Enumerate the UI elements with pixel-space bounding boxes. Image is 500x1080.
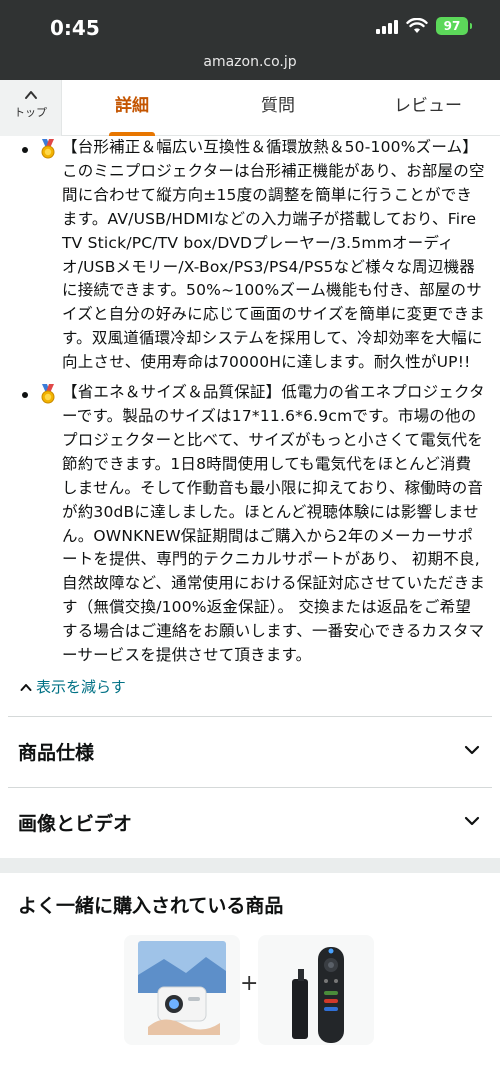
fire-tv-stick-image [292,946,344,1043]
accordion-label: 画像とビデオ [18,813,133,836]
section-separator [0,857,500,873]
tab-details[interactable]: 詳細 [80,80,184,136]
chevron-up-icon [24,91,37,99]
wifi-icon [406,18,428,33]
back-to-top-label: トップ [14,106,47,119]
bullet-text: 【省エネ＆サイズ＆品質保証】低電力の省エネプロジェクターです。製品のサイズは17… [62,383,486,665]
status-icons: 97 [376,17,472,35]
bullet-text: 【台形補正＆幅広い互換性＆循環放熱＆50-100%ズーム】このミニプロジェクター… [62,138,485,372]
accordion-label: 商品仕様 [18,742,95,765]
battery-level: 97 [443,19,461,33]
projector-image [138,940,226,1035]
list-item: 【省エネ＆サイズ＆品質保証】低電力の省エネプロジェクターです。製品のサイズは17… [22,381,486,668]
signal-icon [376,18,398,34]
frequently-bought-products: + [0,929,500,1049]
battery-icon: 97 [436,17,472,35]
chevron-down-icon [464,816,480,826]
tab-questions[interactable]: 質問 [226,80,330,136]
accordion-product-specs[interactable]: 商品仕様 [0,717,500,787]
show-less-link[interactable]: 表示を減らす [20,674,500,700]
frequently-bought-title: よく一緒に購入されている商品 [18,894,284,917]
back-to-top-button[interactable]: トップ [0,80,62,136]
medal-icon [41,139,55,159]
product-card-projector[interactable] [124,934,240,1045]
chevron-up-icon [20,683,32,691]
chevron-down-icon [464,745,480,755]
show-less-label: 表示を減らす [36,678,126,697]
feature-bullets: 【台形補正＆幅広い互換性＆循環放熱＆50-100%ズーム】このミニプロジェクター… [0,136,500,668]
browser-top-bar: 0:45 97 amazon.co.jp [0,0,500,80]
product-card-fire-tv-stick[interactable] [258,934,374,1045]
tab-reviews[interactable]: レビュー [372,80,484,136]
accordion-images-videos[interactable]: 画像とビデオ [0,788,500,858]
medal-icon [41,384,55,404]
url-bar[interactable]: amazon.co.jp [0,54,500,70]
detail-tabs: トップ 詳細 質問 レビュー [0,80,500,136]
plus-sign: + [240,970,259,996]
list-item: 【台形補正＆幅広い互換性＆循環放熱＆50-100%ズーム】このミニプロジェクター… [22,136,486,375]
status-time: 0:45 [50,16,100,40]
product-details: 【台形補正＆幅広い互換性＆循環放熱＆50-100%ズーム】このミニプロジェクター… [0,136,500,1049]
